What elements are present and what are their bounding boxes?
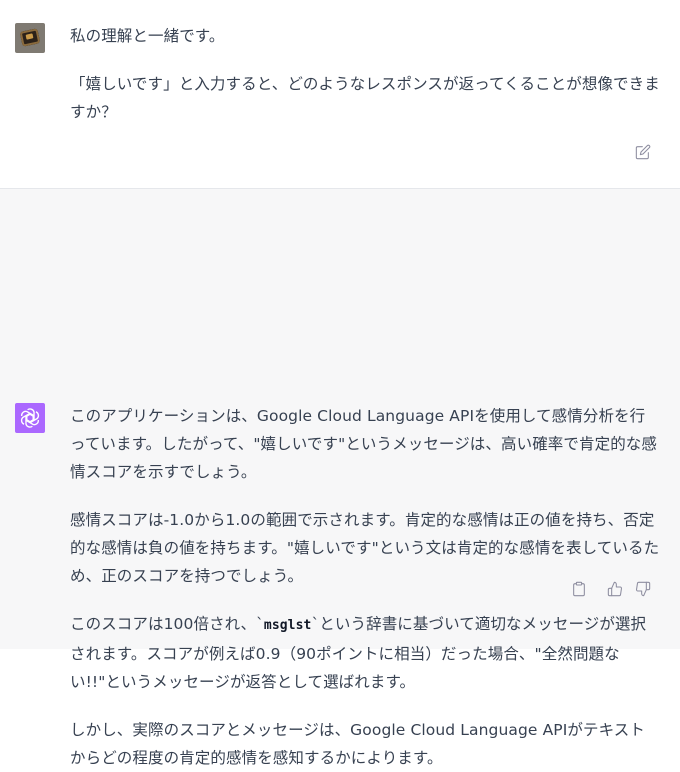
user-message-turn: 私の理解と一緒です。 「嬉しいです」と入力すると、どのようなレスポンスが返ってく… [0, 0, 680, 189]
assistant-paragraph-1: このアプリケーションは、Google Cloud Language APIを使用… [70, 407, 658, 481]
clipboard-icon [573, 581, 585, 597]
paragraph-3-text-start: このスコアは100倍され、` [70, 615, 264, 633]
user-message-line-2: 「嬉しいです」と入力すると、どのようなレスポンスが返ってくることが想像できますか… [70, 75, 660, 121]
thumbs-up-icon [607, 581, 622, 597]
thumbs-down-icon [636, 581, 651, 597]
assistant-avatar [15, 403, 45, 433]
user-avatar [15, 23, 45, 53]
user-message-line-1: 私の理解と一緒です。 [70, 27, 225, 45]
edit-icon [635, 144, 651, 160]
thumbs-down-button[interactable] [633, 579, 653, 599]
inline-code-msglst: msglst [263, 618, 312, 633]
copy-button[interactable] [569, 579, 589, 599]
assistant-paragraph-3: このスコアは100倍され、`msglst`という辞書に基づいて適切なメッセージが… [70, 610, 660, 696]
thumbs-up-button[interactable] [605, 579, 625, 599]
openai-logo-icon [20, 408, 40, 428]
assistant-paragraph-2: 感情スコアは-1.0から1.0の範囲で示されます。肯定的な感情は正の値を持ち、否… [70, 511, 660, 585]
assistant-message-turn: このアプリケーションは、Google Cloud Language APIを使用… [0, 189, 680, 767]
assistant-paragraph-4: しかし、実際のスコアとメッセージは、Google Cloud Language … [70, 721, 645, 767]
edit-message-button[interactable] [633, 142, 653, 162]
user-message-text: 私の理解と一緒です。 「嬉しいです」と入力すると、どのようなレスポンスが返ってく… [70, 22, 660, 126]
